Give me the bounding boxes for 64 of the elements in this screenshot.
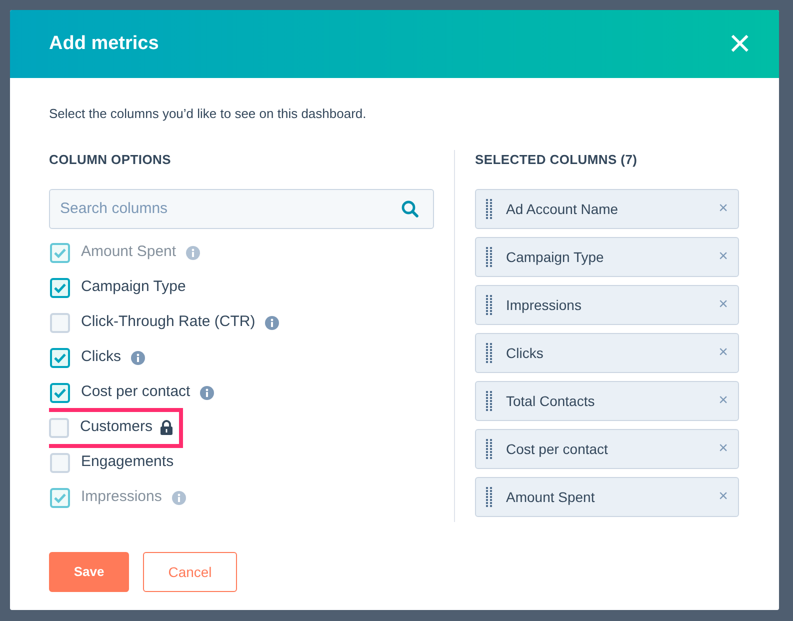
section-heading: COLUMN OPTIONS (49, 150, 172, 168)
info-icon[interactable] (131, 350, 145, 364)
info-icon[interactable] (186, 246, 200, 260)
selected-column-chip[interactable]: Ad Account Name × (475, 189, 739, 229)
checkmark-icon (54, 492, 66, 502)
info-icon[interactable] (172, 490, 186, 504)
remove-button[interactable]: × (718, 197, 728, 221)
selected-column-chip[interactable]: Campaign Type × (475, 237, 739, 277)
drag-handle-icon[interactable] (486, 438, 492, 460)
checkmark-icon (54, 282, 66, 292)
search-input[interactable]: Search columns (60, 198, 401, 220)
remove-button[interactable]: × (718, 389, 728, 413)
selected-column-chip[interactable]: Impressions × (475, 285, 739, 325)
selected-column-chip[interactable]: Total Contacts × (475, 381, 739, 421)
option-label: Campaign Type (81, 277, 186, 298)
drag-handle-icon[interactable] (486, 486, 492, 508)
info-icon[interactable] (200, 386, 214, 400)
option-label: Cost per contact (81, 382, 190, 402)
selected-column-chip[interactable]: Cost per contact × (475, 429, 739, 469)
chip-label: Campaign Type (506, 248, 605, 267)
remove-button[interactable]: × (718, 341, 728, 365)
chip-label: Total Contacts (506, 392, 596, 410)
remove-button[interactable]: × (718, 437, 728, 461)
chip-label: Impressions (506, 296, 582, 315)
dialog-title: Add metrics (49, 32, 159, 56)
save-button[interactable]: Save (49, 552, 129, 592)
chip-label: Clicks (506, 344, 544, 362)
drag-handle-icon[interactable] (486, 294, 492, 316)
checkbox[interactable] (50, 348, 70, 368)
checkbox[interactable] (50, 488, 70, 508)
checkbox[interactable] (50, 382, 70, 402)
option-label: Clicks (81, 347, 121, 368)
option-label: Engagements (81, 452, 174, 472)
checkbox[interactable] (50, 242, 70, 262)
checkbox[interactable] (50, 312, 70, 332)
drag-handle-icon[interactable] (486, 198, 492, 220)
drag-handle-icon[interactable] (486, 246, 492, 268)
close-button[interactable]: × (724, 25, 755, 63)
checkmark-icon (54, 388, 66, 398)
chip-label: Amount Spent (506, 488, 596, 507)
cancel-button[interactable]: Cancel (143, 552, 237, 592)
section-heading: SELECTED COLUMNS (7) (475, 150, 638, 169)
drag-handle-icon[interactable] (486, 342, 492, 364)
search-field[interactable]: Search columns (49, 189, 434, 229)
option-label: Click-Through Rate (CTR) (81, 312, 256, 332)
option-label: Amount Spent (81, 242, 176, 262)
info-icon[interactable] (265, 316, 280, 330)
checkmark-icon (54, 352, 66, 362)
checkbox[interactable] (50, 452, 70, 472)
selected-column-chip[interactable]: Clicks × (475, 333, 739, 373)
remove-button[interactable]: × (718, 293, 728, 317)
option-label: Impressions (81, 487, 162, 508)
checkmark-icon (54, 248, 66, 258)
search-icon (401, 200, 419, 218)
drag-handle-icon[interactable] (486, 390, 492, 412)
selected-column-chip[interactable]: Amount Spent × (475, 477, 739, 517)
remove-button[interactable]: × (718, 245, 728, 269)
chip-label: Cost per contact (506, 440, 609, 459)
instruction-text: Select the columns you’d like to see on this dashboard. (49, 105, 368, 123)
checkbox[interactable] (49, 418, 69, 438)
checkbox[interactable] (50, 278, 70, 298)
option-label: Customers (80, 417, 153, 438)
remove-button[interactable]: × (718, 485, 728, 509)
chip-label: Ad Account Name (506, 200, 620, 218)
